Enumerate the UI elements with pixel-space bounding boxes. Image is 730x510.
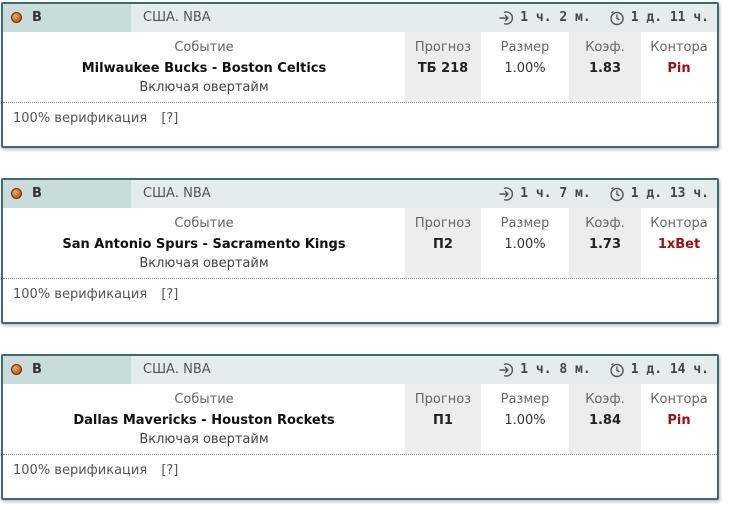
bookmaker-column: Контора Pin xyxy=(641,384,717,454)
event-note: Включая овертайм xyxy=(139,432,269,447)
verification-text: 100% верификация xyxy=(13,287,148,302)
tip-header: В США. NBA 1 ч. 7 м. 1 д. 13 ч. xyxy=(3,180,717,208)
event-label: Событие xyxy=(174,392,234,407)
odds-column: Коэф. 1.84 xyxy=(569,384,641,454)
time-start-value: 1 ч. 8 м. xyxy=(520,362,591,377)
time-to-start: 1 ч. 7 м. xyxy=(498,180,591,208)
event-teams: San Antonio Spurs - Sacramento Kings xyxy=(62,237,346,252)
prognosis-column: Прогноз ТБ 218 xyxy=(405,32,481,102)
prognosis-label: Прогноз xyxy=(414,216,472,231)
odds-label: Коэф. xyxy=(585,40,625,55)
time-to-end: 1 д. 14 ч. xyxy=(609,356,709,384)
timer-icon xyxy=(610,10,624,26)
time-to-end: 1 д. 11 ч. xyxy=(609,4,709,32)
time-start-value: 1 ч. 2 м. xyxy=(520,10,591,25)
bookmaker-column: Контора Pin xyxy=(641,32,717,102)
prognosis-value: ТБ 218 xyxy=(417,61,469,76)
odds-value: 1.83 xyxy=(588,61,622,76)
sport-cell: В xyxy=(3,356,131,384)
prognosis-label: Прогноз xyxy=(414,40,472,55)
arrow-in-icon xyxy=(499,187,514,201)
verification-row: 100% верификация [?] xyxy=(3,454,717,500)
odds-label: Коэф. xyxy=(585,216,625,231)
bookmaker-label: Контора xyxy=(650,392,708,407)
league-name: США. NBA xyxy=(143,362,211,377)
event-label: Событие xyxy=(174,216,234,231)
prognosis-value: П1 xyxy=(433,413,453,428)
tip-header: В США. NBA 1 ч. 8 м. 1 д. 14 ч. xyxy=(3,356,717,384)
tip-card: В США. NBA 1 ч. 8 м. 1 д. 14 ч. Событие … xyxy=(1,354,719,500)
basketball-icon xyxy=(11,364,22,375)
prognosis-label: Прогноз xyxy=(414,392,472,407)
verification-text: 100% верификация xyxy=(13,463,148,478)
league-name: США. NBA xyxy=(143,186,211,201)
stake-column: Размер 1.00% xyxy=(481,208,569,278)
event-column: Событие Dallas Mavericks - Houston Rocke… xyxy=(3,384,405,454)
bookmaker-value: Pin xyxy=(667,413,691,428)
bookmaker-value: Pin xyxy=(667,61,691,76)
odds-column: Коэф. 1.83 xyxy=(569,32,641,102)
time-to-start: 1 ч. 2 м. xyxy=(498,4,591,32)
arrow-in-icon xyxy=(499,363,514,377)
time-end-value: 1 д. 13 ч. xyxy=(630,186,709,201)
help-link[interactable]: [?] xyxy=(161,463,178,478)
odds-label: Коэф. xyxy=(585,392,625,407)
time-to-end: 1 д. 13 ч. xyxy=(609,180,709,208)
tip-card: В США. NBA 1 ч. 7 м. 1 д. 13 ч. Событие … xyxy=(1,178,719,324)
tip-details: Событие Dallas Mavericks - Houston Rocke… xyxy=(3,384,717,454)
tip-details: Событие Milwaukee Bucks - Boston Celtics… xyxy=(3,32,717,102)
time-info: 1 ч. 7 м. 1 д. 13 ч. xyxy=(498,180,709,208)
event-teams: Milwaukee Bucks - Boston Celtics xyxy=(81,61,327,76)
time-info: 1 ч. 8 м. 1 д. 14 ч. xyxy=(498,356,709,384)
sport-letter: В xyxy=(32,362,42,377)
stake-label: Размер xyxy=(500,392,550,407)
tip-card: В США. NBA 1 ч. 2 м. 1 д. 11 ч. Событие … xyxy=(1,2,719,148)
basketball-icon xyxy=(11,12,22,23)
stake-column: Размер 1.00% xyxy=(481,384,569,454)
sport-cell: В xyxy=(3,180,131,208)
bookmaker-value: 1xBet xyxy=(657,237,701,252)
prognosis-column: Прогноз П1 xyxy=(405,384,481,454)
bookmaker-label: Контора xyxy=(650,40,708,55)
verification-text: 100% верификация xyxy=(13,111,148,126)
tip-header: В США. NBA 1 ч. 2 м. 1 д. 11 ч. xyxy=(3,4,717,32)
stake-column: Размер 1.00% xyxy=(481,32,569,102)
basketball-icon xyxy=(11,188,22,199)
sport-cell: В xyxy=(3,4,131,32)
odds-value: 1.73 xyxy=(588,237,622,252)
prognosis-column: Прогноз П2 xyxy=(405,208,481,278)
event-label: Событие xyxy=(174,40,234,55)
event-note: Включая овертайм xyxy=(139,80,269,95)
prognosis-value: П2 xyxy=(433,237,453,252)
event-column: Событие Milwaukee Bucks - Boston Celtics… xyxy=(3,32,405,102)
odds-value: 1.84 xyxy=(588,413,622,428)
time-end-value: 1 д. 11 ч. xyxy=(630,10,709,25)
time-end-value: 1 д. 14 ч. xyxy=(630,362,709,377)
timer-icon xyxy=(610,362,624,378)
sport-letter: В xyxy=(32,10,42,25)
stake-value: 1.00% xyxy=(504,413,546,428)
stake-value: 1.00% xyxy=(504,61,546,76)
league-name: США. NBA xyxy=(143,10,211,25)
help-link[interactable]: [?] xyxy=(161,287,178,302)
timer-icon xyxy=(610,186,624,202)
sport-letter: В xyxy=(32,186,42,201)
verification-row: 100% верификация [?] xyxy=(3,278,717,324)
stake-label: Размер xyxy=(500,40,550,55)
time-to-start: 1 ч. 8 м. xyxy=(498,356,591,384)
stake-value: 1.00% xyxy=(504,237,546,252)
stake-label: Размер xyxy=(500,216,550,231)
tip-details: Событие San Antonio Spurs - Sacramento K… xyxy=(3,208,717,278)
event-teams: Dallas Mavericks - Houston Rockets xyxy=(73,413,335,428)
help-link[interactable]: [?] xyxy=(161,111,178,126)
verification-row: 100% верификация [?] xyxy=(3,102,717,148)
event-column: Событие San Antonio Spurs - Sacramento K… xyxy=(3,208,405,278)
event-note: Включая овертайм xyxy=(139,256,269,271)
bookmaker-column: Контора 1xBet xyxy=(641,208,717,278)
time-info: 1 ч. 2 м. 1 д. 11 ч. xyxy=(498,4,709,32)
odds-column: Коэф. 1.73 xyxy=(569,208,641,278)
bookmaker-label: Контора xyxy=(650,216,708,231)
arrow-in-icon xyxy=(499,11,514,25)
time-start-value: 1 ч. 7 м. xyxy=(520,186,591,201)
